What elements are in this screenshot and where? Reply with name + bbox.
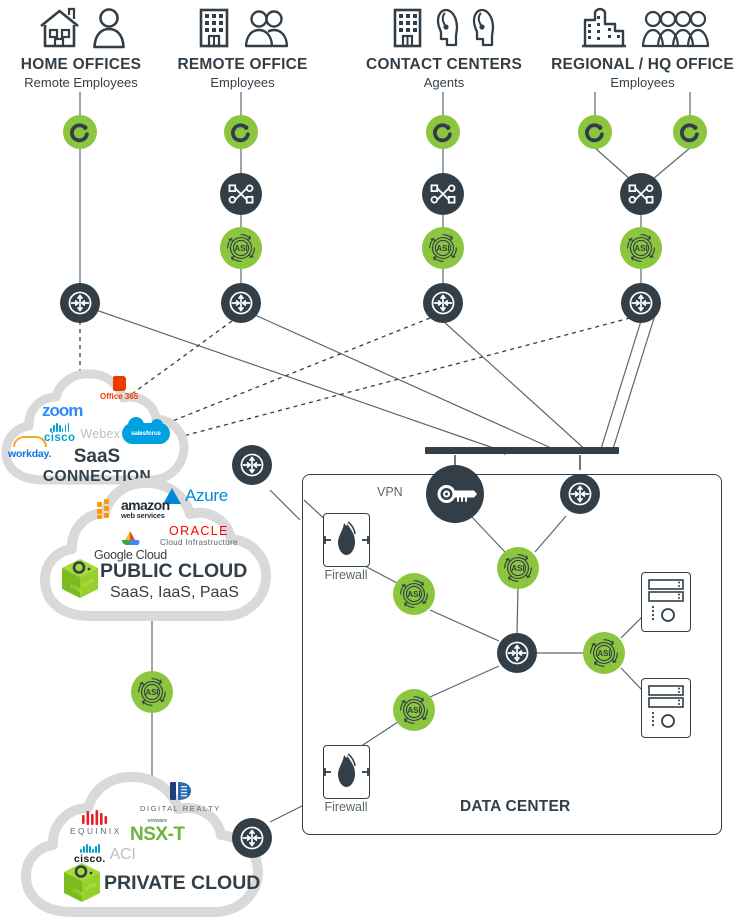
zoom-logo: zoom [42, 401, 83, 420]
equinix-glyph-icon [81, 810, 108, 825]
svg-text:ASI: ASI [634, 244, 647, 253]
node-router-dc[interactable] [560, 474, 600, 514]
private-cloud-label: PRIVATE CLOUD [104, 872, 264, 895]
vmware-nsxt-logo: vmware NSX-T [130, 818, 185, 845]
group-regional-hq-office: REGIONAL / HQ OFFICE Employees [548, 2, 737, 91]
house-icon [39, 7, 79, 48]
svg-text:ASI: ASI [511, 564, 524, 573]
public-cloud-label: PUBLIC CLOUD SaaS, IaaS, PaaS [100, 560, 272, 602]
headset-agent-icon [436, 8, 459, 47]
svg-text:ASI: ASI [407, 706, 420, 715]
svg-text:ASI: ASI [234, 244, 247, 253]
people-group-large-icon [641, 10, 709, 48]
node-endpoint-home[interactable] [63, 115, 97, 149]
group-title: HOME OFFICES [20, 56, 142, 73]
google-cloud-logo: Google Cloud [94, 528, 167, 562]
aws-glyph-icon [97, 499, 109, 519]
office-building-icon [199, 8, 228, 48]
node-endpoint-remote[interactable] [224, 115, 258, 149]
firewall-top-label: Firewall [324, 568, 368, 582]
svg-text:ASI: ASI [436, 244, 449, 253]
public-cloud-subtitle: SaaS, IaaS, PaaS [110, 584, 239, 601]
node-router-dc-core[interactable] [497, 633, 537, 673]
svg-text:ASI: ASI [145, 688, 158, 697]
node-asi-dc-left[interactable]: ASI [393, 573, 435, 615]
people-group-icon [244, 10, 288, 48]
data-center-top-bar [425, 447, 619, 454]
node-asi-cloud-link[interactable]: ASI [131, 671, 173, 713]
office365-logo: Office 365 [100, 376, 138, 401]
city-skyline-icon [581, 7, 626, 48]
node-router-hq[interactable] [621, 283, 661, 323]
firewall-bottom-label: Firewall [324, 800, 368, 814]
equinix-logo: EQUINIX [70, 810, 122, 836]
group-subtitle: Agents [423, 75, 465, 90]
node-asi-dc-top[interactable]: ASI [497, 547, 539, 589]
node-asi-remote[interactable]: ASI [220, 227, 262, 269]
group-subtitle: Employees [610, 75, 675, 90]
node-endpoint-hq-1[interactable] [578, 115, 612, 149]
azure-logo: Azure [163, 486, 228, 506]
cisco-bars-icon [74, 844, 106, 853]
node-vpn[interactable] [426, 465, 484, 523]
group-title: CONTACT CENTERS [366, 56, 522, 73]
node-endpoint-contact[interactable] [426, 115, 460, 149]
oracle-logo: ORACLE Cloud Infrastructure [160, 524, 238, 547]
node-router-remote[interactable] [221, 283, 261, 323]
public-cloud: Azure amazon web services ORACLE Cloud I… [38, 468, 276, 624]
node-asi-contact[interactable]: ASI [422, 227, 464, 269]
group-icons [0, 2, 162, 50]
group-home-offices: HOME OFFICES Remote Employees [0, 2, 162, 91]
node-router-saas[interactable] [232, 445, 272, 485]
node-asi-hq[interactable]: ASI [620, 227, 662, 269]
server-icon-bottom [641, 678, 691, 738]
svg-text:ASI: ASI [407, 590, 420, 599]
group-icons [355, 2, 533, 50]
firewall-top-icon [323, 513, 370, 567]
group-title: REMOTE OFFICE [177, 56, 308, 73]
node-switch-hq[interactable] [620, 173, 662, 215]
cisco-webex-logo: cisco Webex [44, 423, 120, 444]
saas-title: SaaS [73, 446, 121, 467]
private-cloud-title: PRIVATE CLOUD [104, 872, 261, 894]
svg-text:ASI: ASI [597, 649, 610, 658]
vpn-label: VPN [377, 485, 403, 499]
office-building-icon [393, 8, 422, 48]
aws-logo: amazon web services [96, 498, 170, 520]
group-icons [548, 2, 737, 50]
node-switch-remote[interactable] [220, 173, 262, 215]
office365-glyph [112, 376, 126, 391]
node-router-private[interactable] [232, 818, 272, 858]
group-remote-office: REMOTE OFFICE Employees [160, 2, 325, 91]
group-subtitle: Remote Employees [24, 75, 138, 90]
person-icon [92, 8, 125, 49]
data-center-label: DATA CENTER [460, 798, 571, 815]
headset-agent-icon [472, 8, 495, 47]
digital-realty-logo: DIGITAL REALTY [140, 780, 221, 813]
node-switch-contact[interactable] [422, 173, 464, 215]
google-cloud-glyph-icon [122, 531, 140, 545]
server-icon-top [641, 572, 691, 632]
node-router-home[interactable] [60, 283, 100, 323]
node-endpoint-hq-2[interactable] [673, 115, 707, 149]
group-subtitle: Employees [210, 75, 275, 90]
digital-realty-glyph-icon [170, 782, 192, 800]
node-router-contact[interactable] [423, 283, 463, 323]
product-cube-icon: VITAL VITAL [60, 860, 104, 906]
firewall-bottom-icon [323, 745, 370, 799]
group-contact-centers: CONTACT CENTERS Agents [355, 2, 533, 91]
cisco-bars-icon [44, 423, 75, 432]
public-cloud-title: PUBLIC CLOUD [100, 560, 248, 582]
node-asi-dc-bottom[interactable]: ASI [393, 689, 435, 731]
group-title: REGIONAL / HQ OFFICE [551, 56, 734, 73]
diagram-canvas: HOME OFFICES Remote Employees REMOTE OFF… [0, 0, 737, 924]
product-cube-icon: VITAL VITAL [58, 556, 102, 602]
group-icons [160, 2, 325, 50]
node-asi-dc-right[interactable]: ASI [583, 632, 625, 674]
salesforce-logo: salesforce [122, 417, 170, 444]
